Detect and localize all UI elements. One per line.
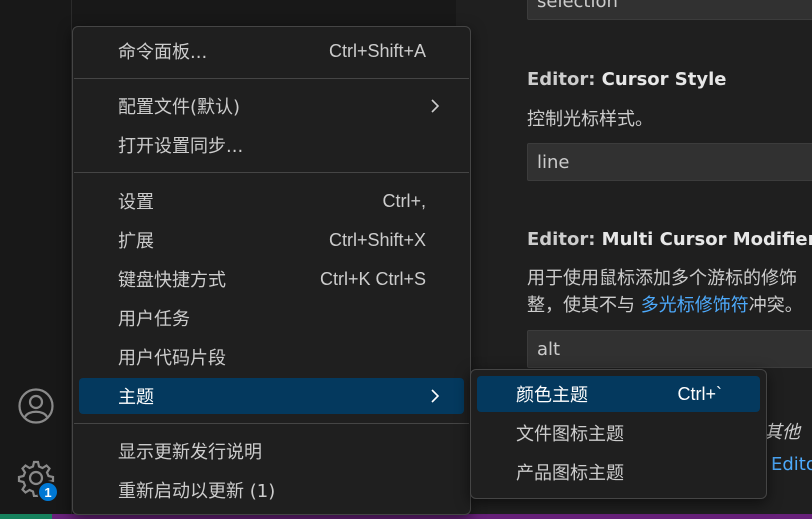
- multi-cursor-description-line1: 用于使用鼠标添加多个游标的修饰: [527, 268, 797, 289]
- menu-item-release-notes[interactable]: 显示更新发行说明: [79, 433, 464, 469]
- menu-item-extensions[interactable]: 扩展 Ctrl+Shift+X: [79, 222, 464, 258]
- menu-item-settings-sync[interactable]: 打开设置同步...: [79, 127, 464, 163]
- update-badge: 1: [37, 481, 59, 503]
- multi-cursor-description-line2: 整，使其不与 多光标修饰符冲突。: [527, 291, 803, 317]
- top-setting-input[interactable]: selection: [527, 0, 812, 20]
- cursor-style-category: Editor:: [527, 69, 602, 90]
- multi-cursor-modifier-link[interactable]: 多光标修饰符: [641, 295, 749, 316]
- menu-item-user-tasks[interactable]: 用户任务: [79, 300, 464, 336]
- menu-item-shortcut: Ctrl+,: [382, 190, 426, 211]
- cursor-style-value: line: [537, 151, 570, 173]
- menu-item-label: 扩展: [118, 231, 154, 252]
- multi-cursor-desc-suffix: 冲突。: [748, 295, 803, 316]
- menu-item-shortcut: Ctrl+Shift+X: [328, 229, 426, 250]
- menu-separator: [74, 78, 469, 79]
- menu-separator: [74, 423, 469, 424]
- status-remote-indicator[interactable]: [0, 514, 52, 519]
- menu-item-label: 重新启动以更新 (1): [118, 481, 276, 502]
- menu-separator: [74, 172, 469, 173]
- menu-item-themes[interactable]: 主题: [79, 378, 464, 414]
- submenu-item-label: 颜色主题: [516, 385, 588, 406]
- chevron-right-icon: [431, 99, 440, 113]
- submenu-item-color-theme[interactable]: 颜色主题 Ctrl+`: [477, 376, 760, 412]
- multi-cursor-category: Editor:: [527, 229, 602, 250]
- multi-cursor-desc-prefix: 整，使其不与: [527, 295, 641, 316]
- menu-item-keyboard-shortcuts[interactable]: 键盘快捷方式 Ctrl+K Ctrl+S: [79, 261, 464, 297]
- top-setting-value: selection: [537, 0, 618, 12]
- multi-cursor-select[interactable]: alt: [527, 330, 812, 368]
- multi-cursor-name: Multi Cursor Modifier: [601, 229, 812, 250]
- account-icon[interactable]: [14, 384, 58, 428]
- menu-item-shortcut: Ctrl+K Ctrl+S: [319, 268, 426, 289]
- menu-item-user-snippets[interactable]: 用户代码片段: [79, 339, 464, 375]
- submenu-item-label: 产品图标主题: [516, 463, 624, 484]
- menu-item-command-palette[interactable]: 命令面板... Ctrl+Shift+A: [79, 33, 464, 69]
- partial-italic-text: 其他: [764, 422, 800, 443]
- submenu-item-file-icon-theme[interactable]: 文件图标主题: [477, 415, 760, 451]
- cursor-style-title: Editor: Cursor Style: [527, 69, 726, 90]
- activity-bar: 1: [0, 0, 72, 519]
- partial-link[interactable]: Edito: [771, 454, 812, 475]
- cursor-style-description: 控制光标样式。: [527, 109, 653, 130]
- submenu-item-shortcut: Ctrl+`: [677, 383, 723, 404]
- menu-item-profiles[interactable]: 配置文件(默认): [79, 88, 464, 124]
- menu-item-label: 用户任务: [118, 309, 190, 330]
- themes-submenu: 颜色主题 Ctrl+` 文件图标主题 产品图标主题: [470, 369, 767, 499]
- multi-cursor-value: alt: [537, 338, 561, 360]
- manage-menu: 命令面板... Ctrl+Shift+A 配置文件(默认) 打开设置同步... …: [72, 26, 471, 515]
- cursor-style-name: Cursor Style: [601, 69, 727, 90]
- menu-item-label: 命令面板...: [118, 42, 208, 63]
- cursor-style-select[interactable]: line: [527, 143, 812, 181]
- menu-item-label: 主题: [118, 387, 154, 408]
- menu-item-label: 显示更新发行说明: [118, 442, 262, 463]
- menu-item-shortcut: Ctrl+Shift+A: [328, 40, 426, 61]
- submenu-item-label: 文件图标主题: [516, 424, 624, 445]
- submenu-item-product-icon-theme[interactable]: 产品图标主题: [477, 454, 760, 490]
- menu-item-label: 键盘快捷方式: [118, 270, 226, 291]
- multi-cursor-title: Editor: Multi Cursor Modifier: [527, 229, 812, 250]
- menu-item-restart-to-update[interactable]: 重新启动以更新 (1): [79, 472, 464, 508]
- menu-item-label: 用户代码片段: [118, 348, 226, 369]
- menu-item-label: 设置: [118, 192, 154, 213]
- chevron-right-icon: [431, 389, 440, 403]
- menu-item-settings[interactable]: 设置 Ctrl+,: [79, 183, 464, 219]
- menu-item-label: 打开设置同步...: [118, 136, 244, 157]
- menu-item-label: 配置文件(默认): [118, 97, 241, 118]
